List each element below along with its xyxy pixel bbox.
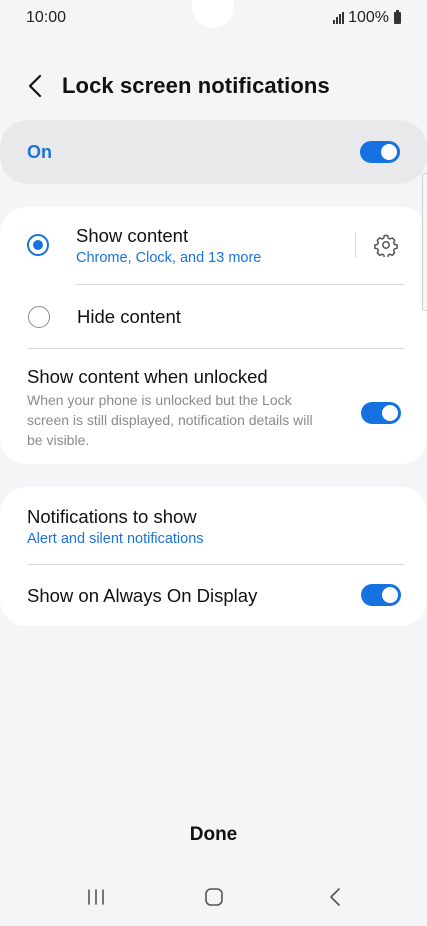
toggle-knob [382,405,398,421]
toggle-knob [381,144,397,160]
hide-content-row[interactable]: Hide content [0,285,427,348]
notifications-to-show-label: Notifications to show [27,506,197,527]
signal-icon [333,12,345,24]
navigation-bar [0,872,427,926]
content-options-card: Show content Chrome, Clock, and 13 more … [0,207,427,464]
show-content-apps: Chrome, Clock, and 13 more [76,250,262,266]
always-on-display-label: Show on Always On Display [27,585,258,606]
master-switch-label: On [27,141,52,162]
always-on-display-row[interactable]: Show on Always On Display [0,565,427,626]
master-switch-row[interactable]: On [0,120,427,184]
gear-icon[interactable] [374,233,398,259]
show-content-radio[interactable] [27,234,49,256]
show-content-label: Show content [76,225,189,246]
show-when-unlocked-label: Show content when unlocked [27,366,268,387]
show-when-unlocked-toggle[interactable] [361,402,401,424]
status-indicators: 100% [333,9,401,27]
display-options-card: Notifications to show Alert and silent n… [0,487,427,626]
master-toggle[interactable] [360,141,400,163]
done-button[interactable]: Done [0,816,427,854]
show-when-unlocked-row[interactable]: Show content when unlocked When your pho… [0,349,427,464]
notifications-to-show-value: Alert and silent notifications [27,531,204,547]
toggle-knob [382,587,398,603]
always-on-display-toggle[interactable] [361,584,401,606]
app-bar: Lock screen notifications [22,66,407,106]
back-arrow-icon[interactable] [22,68,48,104]
description-line: screen is still displayed, notification … [27,412,313,428]
notifications-to-show-row[interactable]: Notifications to show Alert and silent n… [0,487,427,564]
vertical-separator [355,232,356,258]
hide-content-label: Hide content [77,306,181,327]
show-when-unlocked-description: When your phone is unlocked but the Lock… [27,390,347,450]
battery-icon [394,10,401,24]
hide-content-radio[interactable] [28,306,50,328]
nav-back-icon[interactable] [315,880,355,914]
home-icon[interactable] [194,880,234,914]
description-line: be visible. [27,432,90,448]
description-line: When your phone is unlocked but the Lock [27,392,292,408]
lock-screen-notifications-screen: 10:00 100% Lock screen notifications On [0,0,427,926]
show-content-row[interactable]: Show content Chrome, Clock, and 13 more [0,207,427,285]
status-time: 10:00 [26,9,67,26]
scroll-indicator[interactable] [422,173,427,311]
battery-percent: 100% [348,9,389,26]
page-title: Lock screen notifications [62,73,330,98]
recents-icon[interactable] [76,880,116,914]
